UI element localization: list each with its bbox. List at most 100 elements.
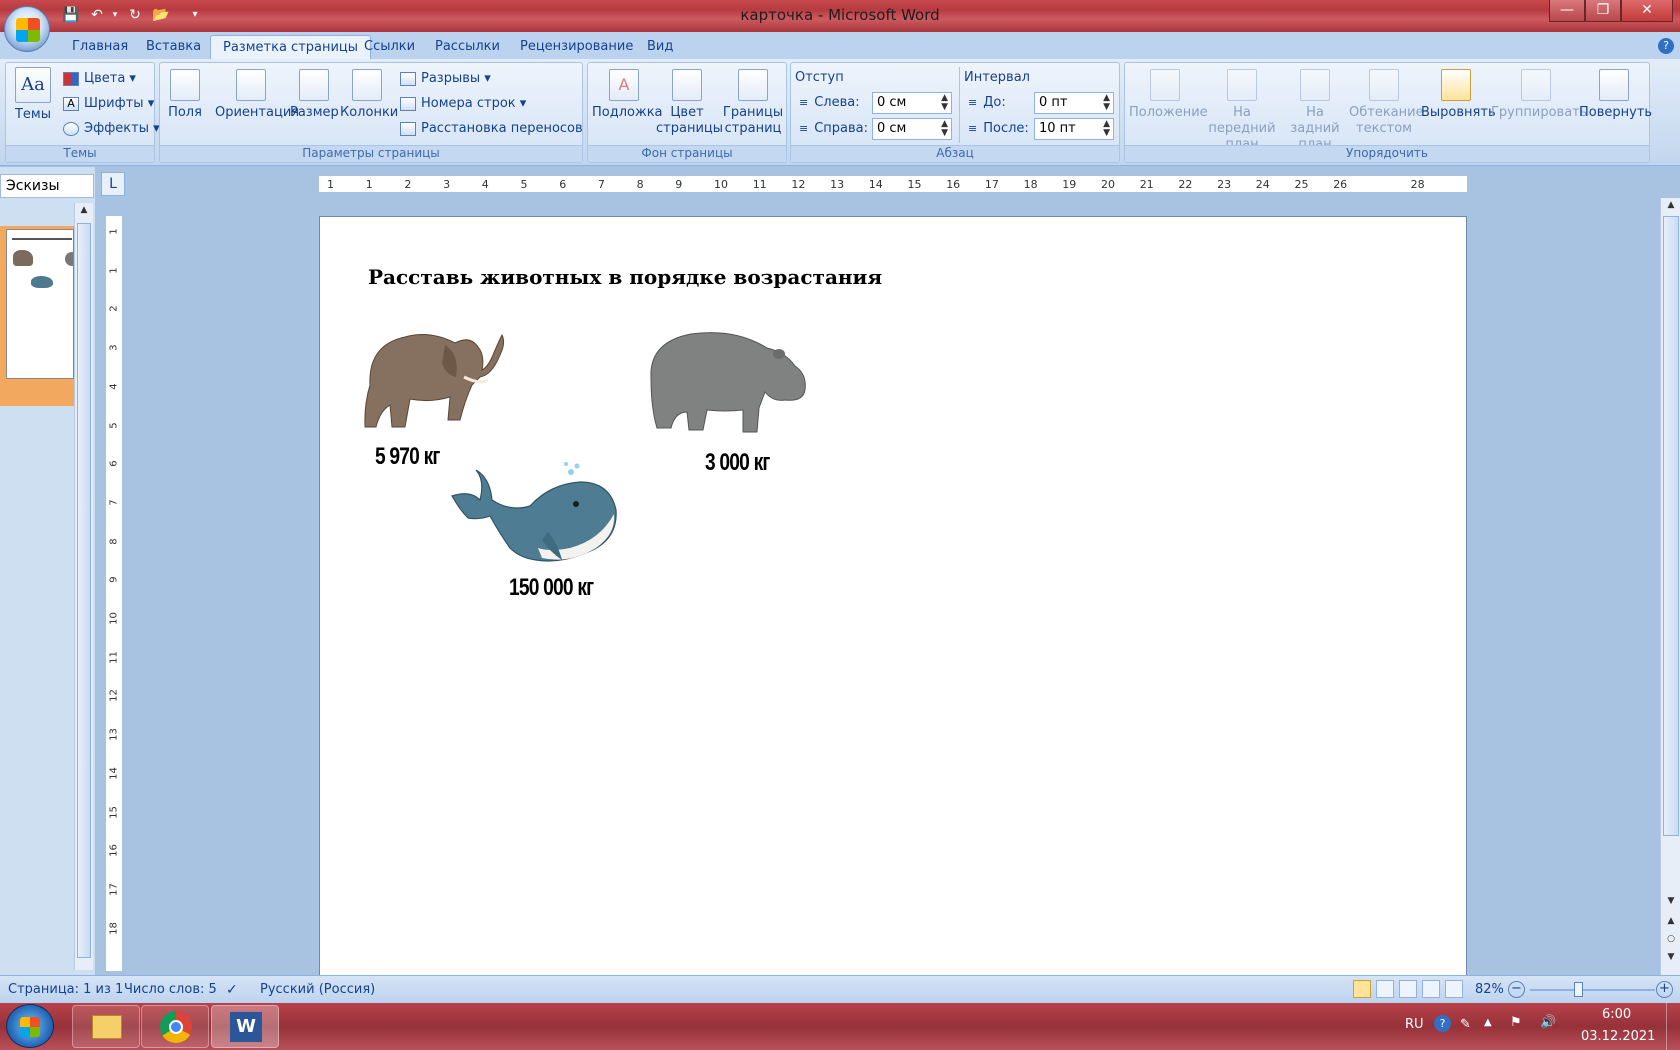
scroll-thumb[interactable] <box>77 223 91 958</box>
thumbnail-scrollbar[interactable]: ▲ <box>74 203 93 970</box>
help-icon[interactable]: ? <box>1658 38 1674 54</box>
ruler-tick-label: 16 <box>108 844 120 858</box>
page-borders-button[interactable]: Границы страниц <box>722 69 784 137</box>
customize-icon[interactable]: ▾ <box>186 5 204 25</box>
align-button[interactable]: Выровнять <box>1421 69 1496 121</box>
office-button[interactable] <box>4 6 50 52</box>
thumbnail-pane-header[interactable]: Эскизы <box>0 174 94 198</box>
spin-arrows-icon[interactable]: ▲ ▼ <box>1103 94 1110 112</box>
hyphenation-button[interactable]: Расстановка переносов ▾ <box>400 121 593 136</box>
restore-button[interactable]: ❐ <box>1585 0 1621 22</box>
tab-home[interactable]: Главная <box>60 35 140 60</box>
elephant-image[interactable] <box>360 325 506 437</box>
status-language[interactable]: Русский (Россия) <box>260 982 375 997</box>
bring-front-button[interactable]: На передний план <box>1203 69 1281 153</box>
page-color-button[interactable]: Цвет страницы <box>656 69 723 137</box>
scroll-down-icon[interactable]: ▼ <box>1664 896 1678 910</box>
zoom-out-icon[interactable]: − <box>1508 981 1525 998</box>
print-layout-icon[interactable] <box>1353 980 1371 998</box>
spelling-check-icon[interactable]: ✓ <box>226 982 238 998</box>
web-layout-icon[interactable] <box>1399 980 1417 998</box>
close-button[interactable]: ✕ <box>1621 0 1673 22</box>
explorer-taskbar-button[interactable] <box>72 1005 140 1048</box>
language-indicator[interactable]: RU <box>1405 1017 1424 1032</box>
tab-page-layout[interactable]: Разметка страницы <box>210 35 372 60</box>
horizontal-ruler[interactable]: 1 1 2 3 4 5 6 7 8 9 10 11 12 13 14 15 16 17 18 19 20 21 22 23 24… <box>318 175 1468 193</box>
tab-mailings[interactable]: Рассылки <box>423 35 512 60</box>
tab-insert[interactable]: Вставка <box>134 35 213 60</box>
spin-arrows-icon[interactable]: ▲ ▼ <box>1103 120 1110 138</box>
action-center-flag-icon[interactable]: ⚑ <box>1510 1015 1522 1030</box>
zoom-slider-track[interactable] <box>1530 989 1655 991</box>
undo-icon[interactable]: ↶ <box>88 5 106 25</box>
whale-weight[interactable]: 150 000 кг <box>509 574 594 602</box>
whale-image[interactable] <box>450 460 618 568</box>
outline-view-icon[interactable] <box>1422 980 1440 998</box>
tab-stop-selector[interactable]: L <box>101 172 125 196</box>
scroll-thumb[interactable] <box>1663 216 1679 836</box>
document-title[interactable]: Расставь животных в порядке возрастания <box>368 265 882 289</box>
breaks-button[interactable]: Разрывы ▾ <box>400 71 491 86</box>
indent-left-input[interactable]: 0 см ▲ ▼ <box>872 92 952 114</box>
ribbon: Aa Темы Цвета ▾ A Шрифты ▾ Эффекты ▾ Темы… <box>0 59 1680 166</box>
minimize-button[interactable]: — <box>1549 0 1585 22</box>
tab-review[interactable]: Рецензирование <box>508 35 645 60</box>
vertical-ruler[interactable]: 1 1 2 3 4 5 6 7 8 9 10 11 12 13 14 15 16 17 18 <box>105 215 123 972</box>
document-scrollbar[interactable]: ▲ ▼ ▲ ○ ▼ <box>1660 198 1680 975</box>
chrome-taskbar-button[interactable] <box>141 1005 209 1048</box>
zoom-in-icon[interactable]: + <box>1656 981 1673 998</box>
position-button[interactable]: Положение <box>1129 69 1208 121</box>
status-words[interactable]: Число слов: 5 <box>124 982 217 997</box>
show-desktop-button[interactable] <box>1666 1003 1680 1050</box>
elephant-weight[interactable]: 5 970 кг <box>375 443 440 471</box>
zoom-level[interactable]: 82% <box>1475 982 1504 997</box>
size-button[interactable]: Размер <box>290 69 339 121</box>
zoom-slider-handle[interactable] <box>1574 982 1583 997</box>
hippo-weight[interactable]: 3 000 кг <box>705 449 770 477</box>
spacing-before-input[interactable]: 0 пт ▲ ▼ <box>1034 92 1114 114</box>
group-objects-button[interactable]: Группировать <box>1491 69 1587 121</box>
draft-view-icon[interactable] <box>1445 980 1463 998</box>
word-taskbar-button[interactable]: W <box>211 1005 279 1048</box>
orientation-button[interactable]: Ориентация <box>215 69 299 121</box>
show-hidden-icons-icon[interactable]: ▲ <box>1484 1017 1492 1028</box>
undo-dropdown-icon[interactable]: ▾ <box>106 5 124 25</box>
themes-button[interactable]: Aa Темы <box>11 67 55 123</box>
save-icon[interactable]: 💾 <box>62 5 80 25</box>
previous-page-icon[interactable]: ▲ <box>1664 916 1678 930</box>
tab-references[interactable]: Ссылки <box>352 35 427 60</box>
ruler-tick-label: 23 <box>1217 178 1232 191</box>
line-numbers-button[interactable]: Номера строк ▾ <box>400 96 526 111</box>
tab-view[interactable]: Вид <box>635 35 685 60</box>
status-page[interactable]: Страница: 1 из 1 <box>8 982 123 997</box>
spin-arrows-icon[interactable]: ▲ ▼ <box>941 94 948 112</box>
redo-icon[interactable]: ↻ <box>126 5 144 25</box>
columns-button[interactable]: Колонки <box>340 69 398 121</box>
fonts-icon: A <box>63 96 79 111</box>
send-back-button[interactable]: На задний план <box>1283 69 1347 153</box>
scroll-up-icon[interactable]: ▲ <box>1664 200 1678 214</box>
watermark-button[interactable]: A Подложка <box>592 69 663 121</box>
volume-icon[interactable]: 🔊 <box>1540 1015 1556 1030</box>
hippo-image[interactable] <box>645 328 810 438</box>
start-button[interactable] <box>6 1004 54 1048</box>
colors-button[interactable]: Цвета ▾ <box>63 71 136 86</box>
clock-time[interactable]: 6:00 <box>1602 1007 1631 1022</box>
next-page-icon[interactable]: ▼ <box>1664 952 1678 966</box>
spin-arrows-icon[interactable]: ▲ ▼ <box>941 120 948 138</box>
pen-tray-icon[interactable]: ✎ <box>1460 1017 1471 1032</box>
full-screen-reading-icon[interactable] <box>1376 980 1394 998</box>
select-browse-object-icon[interactable]: ○ <box>1664 934 1678 948</box>
help-tray-icon[interactable]: ? <box>1434 1015 1451 1032</box>
effects-button[interactable]: Эффекты ▾ <box>63 121 160 136</box>
spacing-after-input[interactable]: 10 пт ▲ ▼ <box>1034 118 1114 140</box>
page-thumbnail[interactable] <box>6 229 74 379</box>
margins-button[interactable]: Поля <box>166 69 204 121</box>
clock-date[interactable]: 03.12.2021 <box>1581 1029 1655 1044</box>
rotate-button[interactable]: Повернуть <box>1579 69 1652 121</box>
indent-right-input[interactable]: 0 см ▲ ▼ <box>872 118 952 140</box>
wrap-text-button[interactable]: Обтекание текстом <box>1349 69 1424 137</box>
fonts-button[interactable]: A Шрифты ▾ <box>63 96 154 111</box>
open-icon[interactable]: 📂 <box>152 5 170 25</box>
scroll-up-icon[interactable]: ▲ <box>77 205 91 219</box>
